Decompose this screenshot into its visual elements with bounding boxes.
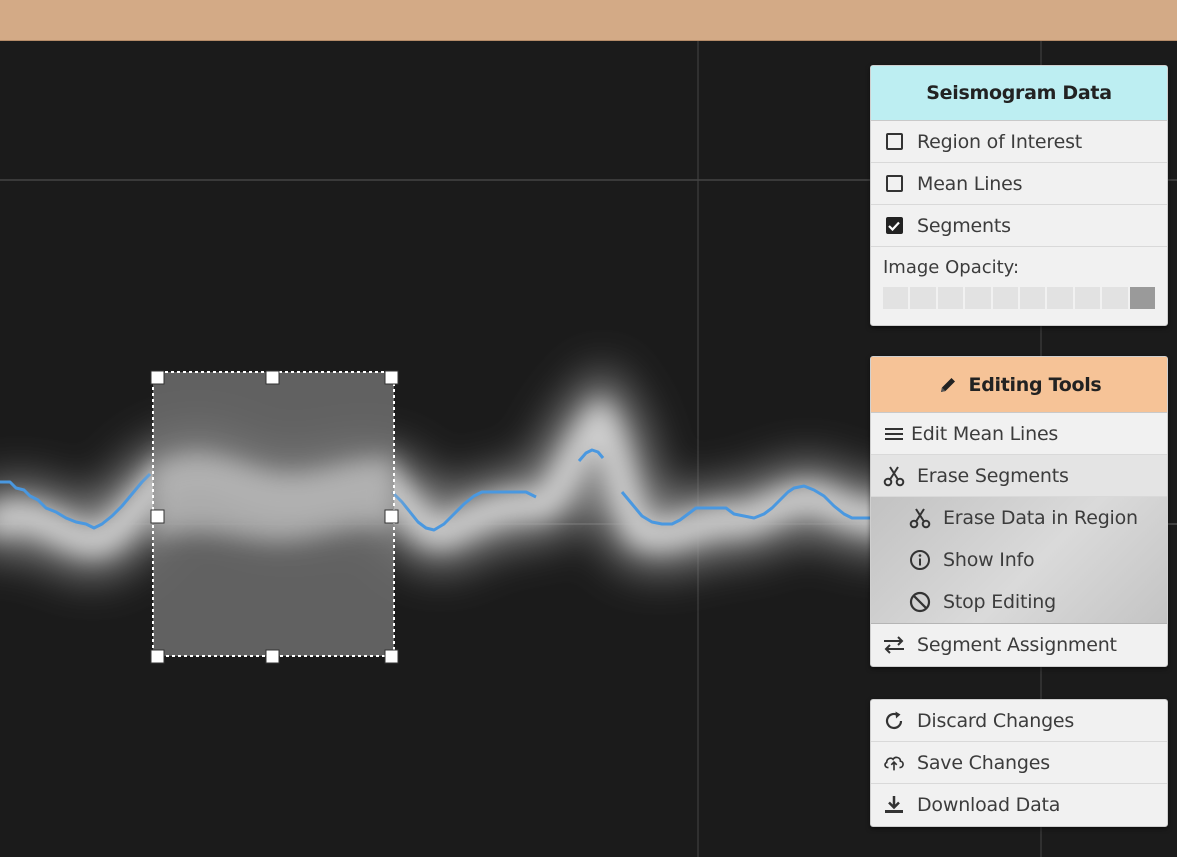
edit-mean-lines-label: Edit Mean Lines bbox=[911, 422, 1059, 445]
opacity-step[interactable] bbox=[992, 287, 1019, 309]
refresh-icon bbox=[883, 710, 905, 732]
resize-handle-right bbox=[384, 509, 399, 524]
resize-handle-bottom-left bbox=[150, 649, 165, 664]
editing-tools-title: Editing Tools bbox=[968, 373, 1102, 396]
resize-handle-left bbox=[150, 509, 165, 524]
opacity-label: Image Opacity: bbox=[883, 257, 1020, 278]
option-mean-lines[interactable]: Mean Lines bbox=[871, 163, 1167, 205]
show-info-item[interactable]: Show Info bbox=[871, 539, 1167, 581]
option-label: Mean Lines bbox=[917, 172, 1023, 195]
ban-icon bbox=[909, 591, 931, 613]
opacity-step[interactable] bbox=[883, 287, 909, 309]
opacity-step[interactable] bbox=[937, 287, 964, 309]
resize-handle-bottom bbox=[265, 649, 280, 664]
opacity-step-active[interactable] bbox=[1129, 287, 1156, 309]
option-region-of-interest[interactable]: Region of Interest bbox=[871, 121, 1167, 163]
erase-segments-item[interactable]: Erase Segments bbox=[871, 455, 1167, 497]
option-segments[interactable]: Segments bbox=[871, 205, 1167, 247]
menu-lines-icon bbox=[883, 423, 905, 445]
checkbox-checked-icon[interactable] bbox=[885, 217, 903, 234]
info-icon bbox=[909, 549, 931, 571]
cloud-upload-icon bbox=[883, 752, 905, 774]
download-data-button[interactable]: Download Data bbox=[871, 784, 1167, 826]
discard-changes-label: Discard Changes bbox=[917, 709, 1075, 732]
swap-arrows-icon bbox=[883, 634, 905, 656]
opacity-step[interactable] bbox=[1047, 287, 1073, 309]
checkbox-unchecked-icon[interactable] bbox=[885, 133, 903, 150]
resize-handle-bottom-right bbox=[384, 649, 399, 664]
resize-handle-top bbox=[265, 370, 280, 385]
seismogram-panel-title: Seismogram Data bbox=[871, 66, 1167, 121]
opacity-step[interactable] bbox=[1074, 287, 1101, 309]
scissors-icon bbox=[909, 507, 931, 529]
opacity-slider[interactable] bbox=[883, 287, 1156, 309]
edit-mean-lines-item[interactable]: Edit Mean Lines bbox=[871, 413, 1167, 455]
selection-region[interactable] bbox=[152, 371, 395, 657]
checkbox-unchecked-icon[interactable] bbox=[885, 175, 903, 192]
pencil-icon bbox=[937, 374, 959, 396]
erase-data-in-region-item[interactable]: Erase Data in Region bbox=[871, 497, 1167, 539]
resize-handle-top-right bbox=[384, 370, 399, 385]
opacity-step[interactable] bbox=[1102, 287, 1128, 309]
option-label: Segments bbox=[917, 214, 1011, 237]
erase-data-in-region-label: Erase Data in Region bbox=[943, 506, 1138, 529]
show-info-label: Show Info bbox=[943, 548, 1035, 571]
editing-tools-header[interactable]: Editing Tools bbox=[871, 357, 1167, 413]
editing-tools-panel: Editing Tools Edit Mean Lines Erase Segm… bbox=[870, 356, 1168, 667]
segment-assignment-label: Segment Assignment bbox=[917, 634, 1117, 656]
opacity-step[interactable] bbox=[965, 287, 991, 309]
actions-panel: Discard Changes Save Changes Download Da… bbox=[870, 699, 1168, 827]
option-label: Region of Interest bbox=[917, 130, 1083, 153]
discard-changes-button[interactable]: Discard Changes bbox=[871, 700, 1167, 742]
stop-editing-item[interactable]: Stop Editing bbox=[871, 581, 1167, 623]
opacity-step[interactable] bbox=[910, 287, 936, 309]
top-bar bbox=[0, 0, 1177, 41]
scissors-icon bbox=[883, 465, 905, 487]
image-opacity-control: Image Opacity: bbox=[871, 247, 1167, 325]
save-changes-button[interactable]: Save Changes bbox=[871, 742, 1167, 784]
download-icon bbox=[883, 794, 905, 816]
seismogram-data-panel: Seismogram Data Region of Interest Mean … bbox=[870, 65, 1168, 326]
erase-submenu: Erase Data in Region Show Info Stop Edit… bbox=[871, 497, 1167, 624]
download-data-label: Download Data bbox=[917, 794, 1061, 816]
stop-editing-label: Stop Editing bbox=[943, 590, 1057, 613]
save-changes-label: Save Changes bbox=[917, 751, 1050, 774]
erase-segments-label: Erase Segments bbox=[917, 464, 1069, 487]
resize-handle-top-left bbox=[150, 370, 165, 385]
segment-assignment-item[interactable]: Segment Assignment bbox=[871, 624, 1167, 666]
opacity-step[interactable] bbox=[1020, 287, 1046, 309]
